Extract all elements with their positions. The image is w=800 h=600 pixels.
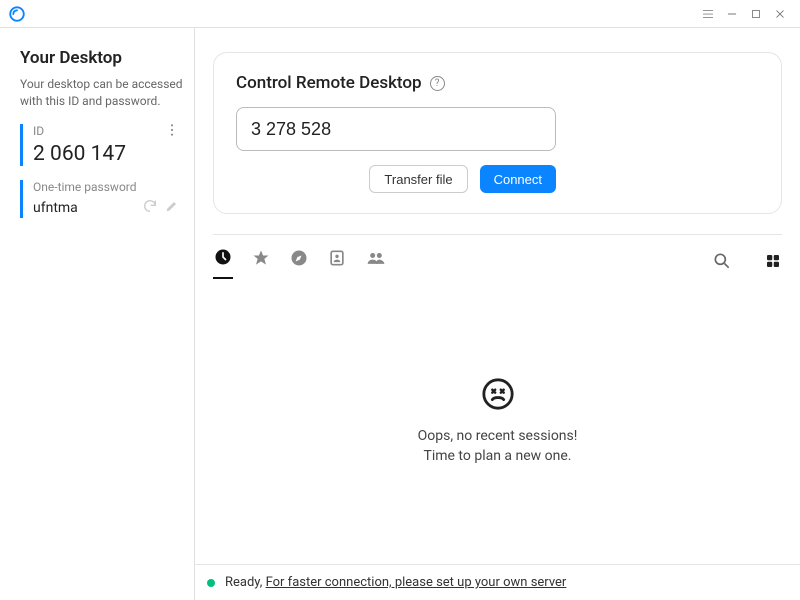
password-value: ufntma [33,200,142,216]
tab-discovered[interactable] [289,248,309,278]
main-area: Control Remote Desktop ? Transfer file C… [195,28,800,600]
id-more-icon[interactable] [164,122,180,142]
id-value: 2 060 147 [33,142,194,166]
id-block: ID 2 060 147 [20,124,194,166]
refresh-password-icon[interactable] [142,198,158,218]
sidebar-title: Your Desktop [20,48,194,68]
maximize-button[interactable] [744,2,768,26]
hamburger-menu-icon[interactable] [696,2,720,26]
control-remote-card: Control Remote Desktop ? Transfer file C… [213,52,782,214]
remote-id-input[interactable] [236,107,556,151]
titlebar [0,0,800,28]
empty-line2: Time to plan a new one. [418,447,578,467]
password-block: One-time password ufntma [20,180,194,218]
transfer-file-button[interactable]: Transfer file [369,165,467,193]
edit-password-icon[interactable] [164,198,180,218]
search-icon[interactable] [712,251,732,275]
minimize-button[interactable] [720,2,744,26]
status-bar: Ready, For faster connection, please set… [195,564,800,600]
help-icon[interactable]: ? [430,76,445,91]
tab-group[interactable] [365,248,387,278]
control-card-title: Control Remote Desktop [236,73,422,93]
divider [213,234,782,235]
tab-address-book[interactable] [327,248,347,278]
app-logo-icon [8,5,26,23]
sidebar: Your Desktop Your desktop can be accesse… [0,28,195,600]
tab-favorites[interactable] [251,248,271,278]
status-link[interactable]: For faster connection, please set up you… [266,575,567,590]
status-dot-icon [207,579,215,587]
connect-button[interactable]: Connect [480,165,556,193]
status-ready: Ready, [225,575,262,590]
sad-face-icon [481,377,515,415]
tab-recent[interactable] [213,247,233,279]
grid-view-icon[interactable] [764,252,782,274]
password-label: One-time password [33,180,194,194]
close-button[interactable] [768,2,792,26]
empty-line1: Oops, no recent sessions! [418,427,578,447]
tab-bar [213,247,782,279]
sidebar-description: Your desktop can be accessed with this I… [20,76,194,110]
sessions-empty-state: Oops, no recent sessions! Time to plan a… [213,279,782,564]
